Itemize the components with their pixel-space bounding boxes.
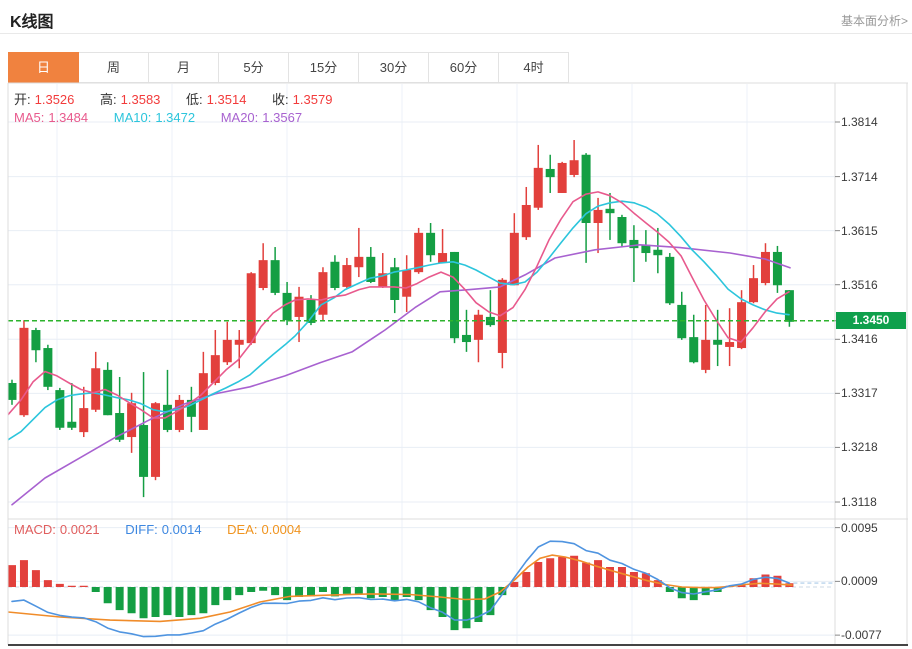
price-axis-label: 1.3814 [841, 114, 878, 130]
diff-label: DIFF: [125, 522, 158, 537]
macd-label: MACD: [14, 522, 56, 537]
price-axis-label: 1.3416 [841, 331, 878, 347]
high-value: 1.3583 [121, 92, 161, 107]
ma5-label: MA5: [14, 110, 44, 125]
ma10-label: MA10: [114, 110, 152, 125]
ma5-value: 1.3484 [48, 110, 88, 125]
high-label: 高: [100, 92, 117, 107]
macd-axis-label: 0.0095 [841, 520, 878, 536]
last-price-badge: 1.3450 [836, 312, 906, 329]
ma-readout: MA5: 1.3484 MA10:1.3472 MA20:1.3567 [14, 110, 306, 125]
price-axis-label: 1.3516 [841, 277, 878, 293]
price-axis-label: 1.3218 [841, 439, 878, 455]
macd-value: 0.0021 [60, 522, 100, 537]
open-value: 1.3526 [35, 92, 75, 107]
diff-value: 0.0014 [162, 522, 202, 537]
open-label: 开: [14, 92, 31, 107]
price-axis-label: 1.3714 [841, 169, 878, 185]
ma10-value: 1.3472 [155, 110, 195, 125]
ma20-label: MA20: [221, 110, 259, 125]
low-label: 低: [186, 92, 203, 107]
price-axis-label: 1.3118 [841, 494, 877, 510]
macd-axis-label: -0.0077 [841, 627, 882, 643]
price-axis-label: 1.3615 [841, 223, 878, 239]
dea-value: 0.0004 [262, 522, 302, 537]
macd-axis-label: 0.0009 [841, 573, 878, 589]
kline-app: K线图 基本面分析> 日周月5分15分30分60分4时 开:1.3526 高:1… [0, 0, 912, 649]
ma20-value: 1.3567 [262, 110, 302, 125]
price-axis-label: 1.3317 [841, 385, 878, 401]
close-label: 收: [272, 92, 289, 107]
close-value: 1.3579 [293, 92, 333, 107]
low-value: 1.3514 [207, 92, 247, 107]
dea-label: DEA: [227, 522, 257, 537]
ohlc-readout: 开: 1.3526 高: 1.3583 低: 1.3514 收: 1.3579 [14, 89, 336, 108]
macd-readout: MACD: 0.0021 DIFF: 0.0014 DEA: 0.0004 [14, 522, 305, 537]
